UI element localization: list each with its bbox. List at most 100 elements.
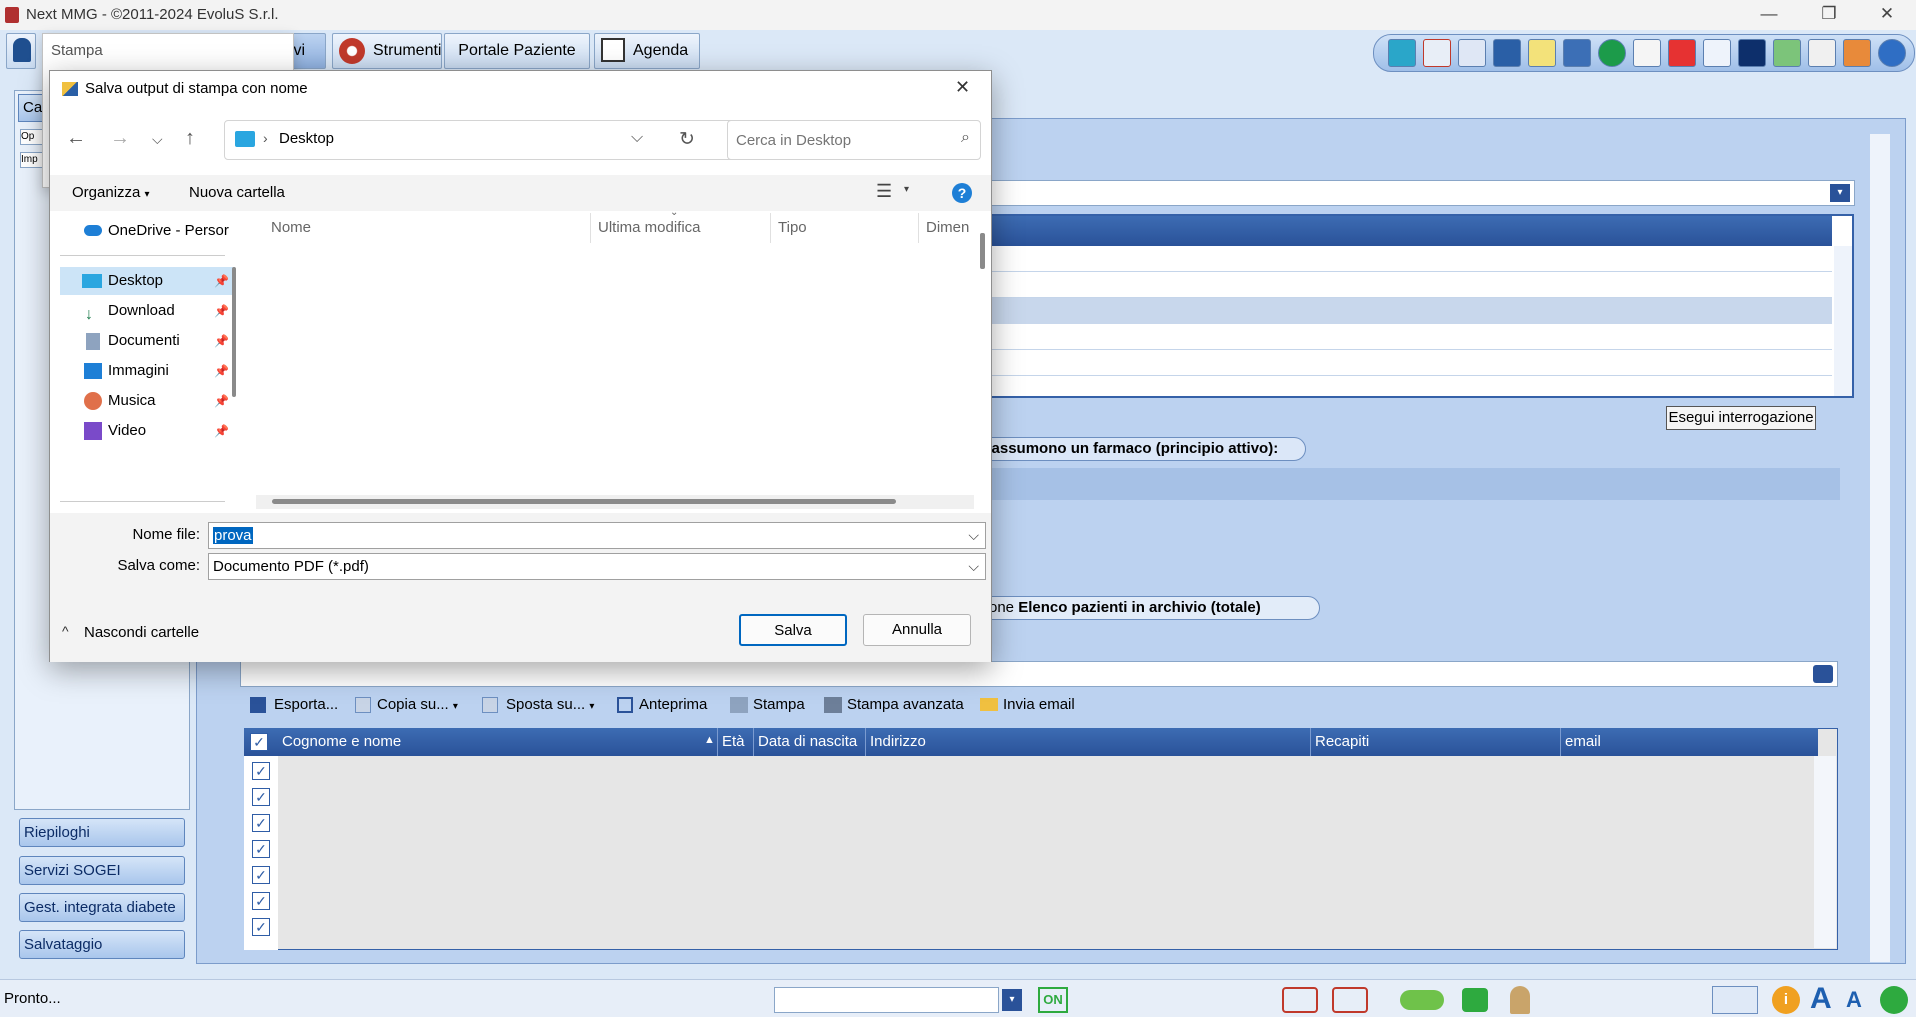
main-scrollbar[interactable] — [1870, 134, 1890, 962]
chevron-down-icon[interactable]: ▾ — [1830, 184, 1850, 202]
preview-button[interactable]: Anteprima — [617, 694, 707, 716]
sync-alt-icon[interactable] — [1332, 987, 1368, 1013]
heart-icon[interactable] — [1668, 39, 1696, 67]
pin-icon[interactable]: 📌 — [214, 387, 229, 415]
grid-scrollbar[interactable] — [1814, 756, 1836, 948]
list-item[interactable] — [986, 246, 1832, 272]
font-larger-icon[interactable]: A — [1810, 982, 1832, 1016]
user-button[interactable] — [6, 33, 36, 69]
pin-icon[interactable]: 📌 — [214, 267, 229, 295]
recent-locations-icon[interactable]: ⌵ — [152, 131, 163, 148]
dialog-close-button[interactable]: ✕ — [955, 77, 970, 98]
advanced-print-button[interactable]: Stampa avanzata — [824, 694, 964, 716]
column-divider[interactable] — [770, 213, 771, 243]
sync-icon[interactable] — [1282, 987, 1318, 1013]
refresh-icon[interactable] — [1813, 665, 1833, 683]
col-cognome-nome[interactable]: Cognome e nome — [278, 728, 718, 756]
tree-scrollbar[interactable] — [232, 267, 236, 397]
row-checkbox[interactable]: ✓ — [252, 788, 270, 806]
pin-icon[interactable]: 📌 — [214, 357, 229, 385]
portale-paziente-button[interactable]: Portale Paziente — [444, 33, 590, 69]
export-button[interactable]: Esporta... — [250, 694, 338, 716]
pin-icon[interactable]: 📌 — [214, 417, 229, 445]
list-icon[interactable] — [1808, 39, 1836, 67]
search-input[interactable] — [734, 128, 938, 152]
organize-button[interactable]: Organizza ▾ — [72, 184, 150, 201]
chat-icon[interactable] — [1462, 988, 1488, 1012]
tree-item-onedrive[interactable]: OneDrive - Persor — [60, 217, 235, 245]
col-email[interactable]: email — [1561, 728, 1818, 756]
filename-input[interactable]: prova ⌵ — [208, 522, 986, 549]
syringe-icon[interactable] — [1423, 39, 1451, 67]
row-checkbox[interactable]: ✓ — [252, 866, 270, 884]
strumenti-menu[interactable]: Strumenti — [332, 33, 442, 69]
nav-salvataggio[interactable]: Salvataggio — [19, 930, 185, 959]
tree-item-immagini[interactable]: Immagini 📌 — [60, 357, 235, 385]
globe-icon[interactable] — [1878, 39, 1906, 67]
file-list-vscrollbar[interactable] — [980, 233, 985, 269]
xray-icon[interactable] — [1738, 39, 1766, 67]
chevron-down-icon[interactable]: ⌵ — [631, 129, 643, 147]
window-icon[interactable] — [1633, 39, 1661, 67]
tree-item-desktop[interactable]: Desktop 📌 — [60, 267, 235, 295]
forward-arrow-icon[interactable]: → — [110, 127, 130, 150]
select-all-checkbox[interactable]: ✓ — [250, 733, 268, 751]
query-select[interactable]: ▾ — [980, 180, 1855, 206]
col-dimensione[interactable]: Dimen — [926, 212, 969, 244]
file-list-hscrollbar[interactable] — [272, 499, 896, 504]
row-checkbox[interactable]: ✓ — [252, 840, 270, 858]
view-options-icon[interactable]: ☰ — [876, 181, 892, 202]
cloud-icon[interactable] — [1400, 990, 1444, 1010]
tree-item-video[interactable]: Video 📌 — [60, 417, 235, 445]
nav-option-2[interactable]: Imp — [20, 152, 44, 168]
col-nome[interactable]: Nome — [271, 212, 311, 244]
people-icon[interactable] — [1458, 39, 1486, 67]
list-item[interactable] — [986, 324, 1832, 350]
minimize-button[interactable]: — — [1740, 0, 1798, 30]
refresh-icon[interactable]: ↻ — [679, 128, 695, 151]
chevron-down-icon[interactable]: ▾ — [904, 184, 909, 195]
col-recapiti[interactable]: Recapiti — [1311, 728, 1561, 756]
hide-folders-button[interactable]: Nascondi cartelle — [84, 624, 199, 641]
pin-icon[interactable]: 📌 — [214, 297, 229, 325]
scrollbar[interactable] — [1834, 246, 1852, 396]
close-window-button[interactable]: ✕ — [1858, 0, 1916, 30]
row-checkbox[interactable]: ✓ — [252, 814, 270, 832]
info-icon[interactable]: i — [1772, 986, 1800, 1014]
print-button[interactable]: Stampa — [730, 694, 805, 716]
new-folder-button[interactable]: Nuova cartella — [189, 184, 285, 201]
column-divider[interactable] — [590, 213, 591, 243]
filter-bar[interactable] — [240, 661, 1838, 687]
breadcrumb-desktop[interactable]: Desktop — [279, 130, 334, 147]
column-divider[interactable] — [918, 213, 919, 243]
col-indirizzo[interactable]: Indirizzo — [866, 728, 1311, 756]
list-item[interactable] — [986, 350, 1832, 376]
document-search-icon[interactable] — [1493, 39, 1521, 67]
back-arrow-icon[interactable]: ← — [66, 127, 86, 150]
search-box[interactable]: ⌕ — [727, 120, 981, 160]
address-bar[interactable]: › Desktop ⌵ ↻ — [224, 120, 758, 160]
row-checkbox[interactable]: ✓ — [252, 892, 270, 910]
row-checkbox[interactable]: ✓ — [252, 762, 270, 780]
status-combo[interactable] — [774, 987, 999, 1013]
plus-circle-icon[interactable] — [1598, 39, 1626, 67]
card-icon[interactable] — [1388, 39, 1416, 67]
chevron-up-icon[interactable]: ^ — [62, 623, 69, 639]
col-data-nascita[interactable]: Data di nascita — [754, 728, 866, 756]
notes-icon[interactable] — [1528, 39, 1556, 67]
on-badge[interactable]: ON — [1038, 987, 1068, 1013]
col-tipo[interactable]: Tipo — [778, 212, 807, 244]
nav-option-1[interactable]: Op — [20, 129, 44, 145]
maximize-button[interactable]: ❐ — [1800, 0, 1858, 30]
search-icon[interactable]: ⌕ — [961, 129, 970, 147]
col-ultima-modifica[interactable]: Ultima modifica — [598, 212, 701, 244]
tree-item-download[interactable]: ↓ Download 📌 — [60, 297, 235, 325]
refresh-status-icon[interactable] — [1880, 986, 1908, 1014]
pin-icon[interactable]: 📌 — [214, 327, 229, 355]
nav-gest-integrata-diabete[interactable]: Gest. integrata diabete — [19, 893, 185, 922]
id-card-icon[interactable] — [1563, 39, 1591, 67]
query-2-input[interactable] — [984, 468, 1840, 500]
move-to-button[interactable]: Sposta su... ▾ — [482, 694, 594, 718]
font-smaller-icon[interactable]: A — [1846, 987, 1862, 1013]
copy-to-button[interactable]: Copia su... ▾ — [355, 694, 458, 718]
